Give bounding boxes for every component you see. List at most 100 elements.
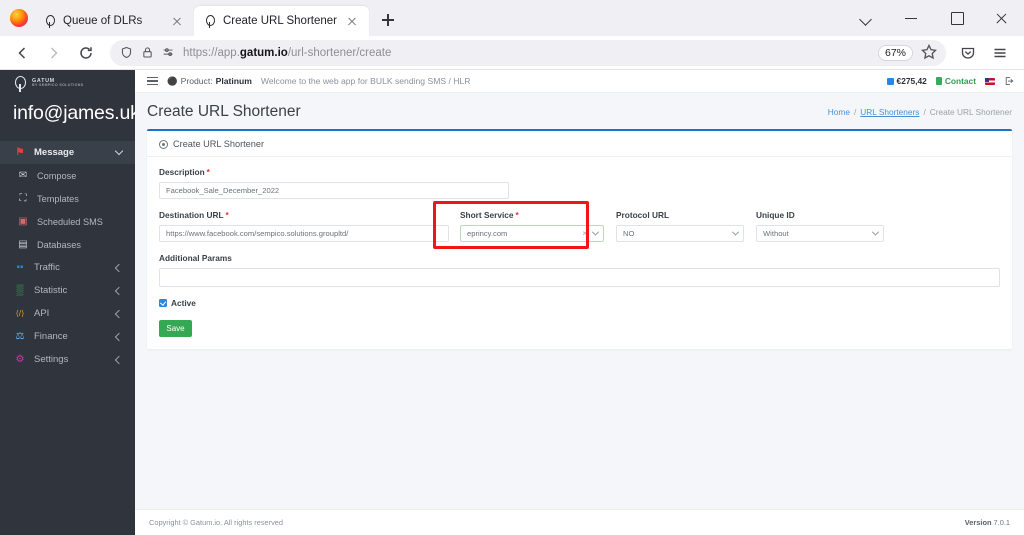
save-button[interactable]: Save (159, 320, 192, 337)
sidebar-item-label: Statistic (34, 285, 68, 296)
description-input[interactable]: Facebook_Sale_December_2022 (159, 182, 509, 199)
tab-list-chevron-down-icon[interactable] (844, 0, 889, 36)
url-prefix: https://app. (183, 46, 240, 59)
sidebar-item-finance[interactable]: ⚖ Finance (0, 325, 135, 348)
url-domain: gatum.io (239, 46, 288, 59)
chevron-down-icon[interactable] (871, 228, 880, 236)
zoom-level-badge[interactable]: 67% (877, 44, 913, 61)
maximize-icon[interactable] (934, 0, 979, 36)
lock-icon[interactable] (141, 46, 155, 60)
unique-id-select[interactable]: Without (756, 225, 884, 242)
page-title: Create URL Shortener (147, 103, 301, 120)
contact-book-icon (935, 77, 942, 85)
short-service-value: eprincy.com (467, 229, 508, 238)
chevron-down-icon[interactable] (731, 228, 740, 236)
unique-id-label: Unique ID (756, 210, 795, 220)
sidebar-item-label: Databases (37, 239, 81, 250)
balance-indicator[interactable]: €275,42 (886, 76, 927, 86)
main-content: ⚫ Product: Platinum Welcome to the web a… (135, 70, 1024, 535)
additional-params-input[interactable] (159, 268, 1000, 287)
breadcrumb-separator: / (923, 107, 926, 117)
product-badge: ⚫ Product: Platinum (167, 76, 252, 87)
tab-favicon (203, 14, 216, 28)
envelope-icon: ✉ (18, 170, 28, 181)
minimize-icon[interactable] (889, 0, 934, 36)
footer-version-label: Version (964, 518, 992, 527)
url-text: https://app.gatum.io/url-shortener/creat… (183, 47, 871, 59)
flag-icon[interactable] (985, 77, 995, 85)
unique-id-field-group: Unique ID Without (744, 210, 884, 242)
card-title: Create URL Shortener (173, 139, 265, 149)
target-icon (159, 139, 168, 149)
breadcrumb-home[interactable]: Home (828, 107, 850, 117)
short-service-select[interactable]: eprincy.com × (460, 225, 604, 242)
reader-settings-icon[interactable] (162, 46, 176, 60)
sidebar-item-settings[interactable]: ⚙ Settings (0, 348, 135, 371)
url-path: /url-shortener/create (287, 46, 392, 59)
balance-amount: €275,42 (896, 76, 927, 86)
window-controls (844, 0, 1024, 36)
gatum-logo-icon (14, 75, 27, 92)
browser-tab-queue-of-dlrs[interactable]: Queue of DLRs (34, 6, 194, 36)
wallet-icon (886, 77, 894, 85)
destination-url-input[interactable]: https://www.facebook.com/sempico.solutio… (159, 225, 449, 242)
browser-tab-create-url-shortener[interactable]: Create URL Shortener (194, 6, 369, 36)
active-checkbox-row[interactable]: Active (159, 298, 1000, 308)
chevron-right-icon (114, 263, 124, 272)
sidebar-toggle-icon[interactable] (147, 76, 158, 86)
chevron-right-icon (114, 355, 124, 364)
url-address-bar[interactable]: https://app.gatum.io/url-shortener/creat… (110, 39, 946, 66)
chevron-down-icon (114, 146, 124, 156)
star-icon[interactable] (920, 43, 940, 63)
sidebar-item-databases[interactable]: ▤ Databases (0, 233, 135, 256)
description-label: Description * (159, 167, 210, 177)
sidebar-nav: ⚑ Message ✉ Compose ⛶ Templates ▣ Schedu… (0, 141, 135, 371)
short-service-label: Short Service * (460, 210, 519, 220)
sidebar-logo[interactable]: GATUM BY SEMPICO SOLUTIONS (0, 70, 135, 92)
shield-icon[interactable] (120, 46, 134, 60)
additional-params-field-group: Additional Params (159, 253, 1000, 287)
back-arrow-icon[interactable] (8, 39, 38, 67)
sidebar-item-compose[interactable]: ✉ Compose (0, 164, 135, 187)
protocol-url-label: Protocol URL (616, 210, 670, 220)
contact-link[interactable]: Contact (935, 76, 976, 86)
forward-arrow-icon[interactable] (40, 39, 70, 67)
product-value: Platinum (215, 76, 252, 86)
pocket-icon[interactable] (954, 39, 984, 67)
sidebar-item-scheduled-sms[interactable]: ▣ Scheduled SMS (0, 210, 135, 233)
form-row: Destination URL * https://www.facebook.co… (159, 210, 1000, 242)
close-icon[interactable] (979, 0, 1024, 36)
breadcrumb: Home / URL Shorteners / Create URL Short… (828, 107, 1012, 117)
app-topbar: ⚫ Product: Platinum Welcome to the web a… (135, 70, 1024, 93)
reload-icon[interactable] (72, 39, 102, 67)
firefox-logo (10, 9, 28, 27)
sidebar-item-traffic[interactable]: ▪▪ Traffic (0, 256, 135, 279)
sidebar-item-statistic[interactable]: ▒ Statistic (0, 279, 135, 302)
breadcrumb-url-shorteners[interactable]: URL Shorteners (860, 107, 919, 117)
sidebar-item-message[interactable]: ⚑ Message (0, 141, 135, 164)
active-checkbox[interactable] (159, 299, 167, 307)
new-tab-button[interactable] (375, 7, 401, 33)
logout-icon[interactable] (1004, 76, 1014, 86)
tab-close-icon[interactable] (169, 13, 185, 29)
clear-selection-icon[interactable]: × (582, 229, 587, 238)
browser-toolbar-right (954, 39, 1016, 67)
calendar-icon: ▣ (18, 216, 28, 227)
hamburger-menu-icon[interactable] (986, 39, 1016, 67)
protocol-url-field-group: Protocol URL NO (604, 210, 744, 242)
sidebar-item-templates[interactable]: ⛶ Templates (0, 187, 135, 210)
web-application: GATUM BY SEMPICO SOLUTIONS info@james.uk… (0, 70, 1024, 535)
chevron-right-icon (114, 286, 124, 295)
chevron-down-icon[interactable] (591, 228, 600, 236)
logo-subtitle: BY SEMPICO SOLUTIONS (32, 83, 84, 88)
chevron-right-icon (114, 309, 124, 318)
sidebar-item-label: Message (34, 147, 75, 158)
sidebar-item-api[interactable]: ⟨/⟩ API (0, 302, 135, 325)
browser-navigation-bar: https://app.gatum.io/url-shortener/creat… (0, 36, 1024, 70)
sidebar-item-label: Templates (37, 193, 79, 204)
welcome-text: Welcome to the web app for BULK sending … (260, 76, 471, 86)
protocol-url-select[interactable]: NO (616, 225, 744, 242)
tab-close-icon[interactable] (344, 13, 360, 29)
create-url-shortener-card: Create URL Shortener Description * Facebo… (147, 129, 1012, 349)
user-icon: ⚫ (167, 75, 178, 86)
